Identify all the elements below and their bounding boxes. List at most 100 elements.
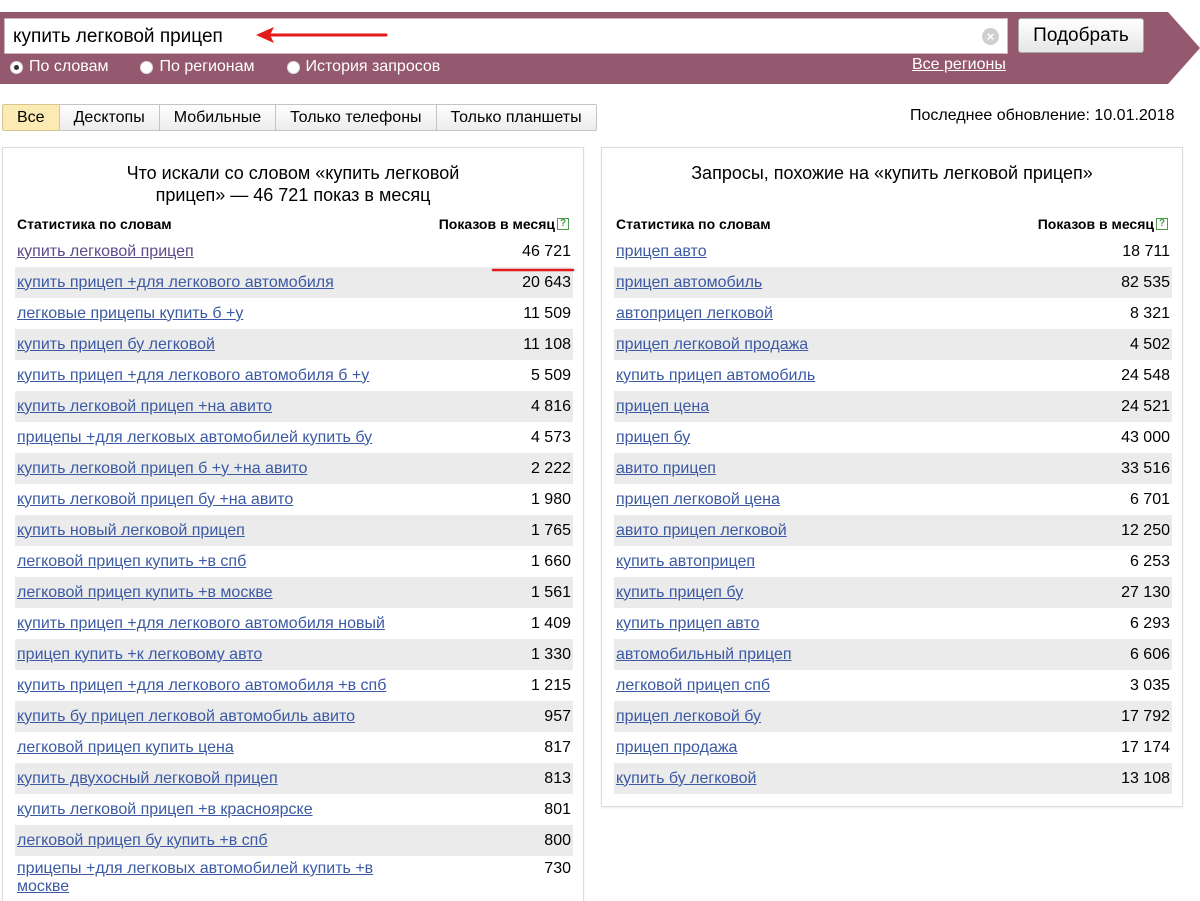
phrase-link[interactable]: прицеп продажа <box>616 739 737 757</box>
phrase-link[interactable]: автоприцеп легковой <box>616 305 773 323</box>
mode-radio-history[interactable]: История запросов <box>286 58 441 76</box>
table-row: прицепы +для легковых автомобилей купить… <box>15 856 573 900</box>
phrase-link[interactable]: прицеп купить +к легковому авто <box>17 646 262 664</box>
phrase-link[interactable]: прицеп авто <box>616 243 707 261</box>
impressions-count: 1 330 <box>530 645 571 663</box>
impressions-count: 817 <box>544 738 571 756</box>
phrase-link[interactable]: легковой прицеп купить цена <box>17 739 234 757</box>
table-row: легковой прицеп купить +в спб 1 660 <box>15 546 573 577</box>
phrase-link[interactable]: прицеп легковой цена <box>616 491 780 509</box>
phrase-link[interactable]: купить прицеп бу <box>616 584 743 602</box>
impressions-count: 4 573 <box>530 428 571 446</box>
radio-selected-icon[interactable] <box>10 60 23 74</box>
phrase-link[interactable]: прицепы +для легковых автомобилей купить… <box>17 860 397 896</box>
radio-icon[interactable] <box>140 60 154 74</box>
table-row: купить прицеп +для легкового автомобиля 2… <box>15 267 573 298</box>
tab-tablets-only[interactable]: Только планшеты <box>436 104 597 131</box>
phrase-link[interactable]: прицеп бу <box>616 429 690 447</box>
search-field[interactable]: × <box>4 18 1008 54</box>
table-row: купить легковой прицеп +на авито 4 816 <box>15 391 573 422</box>
impressions-count: 20 643 <box>522 273 571 291</box>
phrase-link[interactable]: купить прицеп +для легкового автомобиля <box>17 274 334 292</box>
impressions-count: 801 <box>544 800 571 818</box>
help-icon[interactable]: ? <box>557 218 569 230</box>
phrase-link[interactable]: легковой прицеп купить +в спб <box>17 553 246 571</box>
column-header-count: Показов в месяц ? <box>439 216 569 232</box>
left-rows-list: купить легковой прицеп 46 721 купить прице… <box>15 236 573 900</box>
mode-radio-regions[interactable]: По регионам <box>140 58 255 76</box>
table-row: прицеп легковой продажа 4 502 <box>614 329 1172 360</box>
phrase-link[interactable]: купить прицеп +для легкового автомобиля … <box>17 677 386 695</box>
impressions-count: 1 561 <box>530 583 571 601</box>
phrase-link[interactable]: купить бу легковой <box>616 770 756 788</box>
phrase-link[interactable]: купить легковой прицеп +в красноярске <box>17 801 313 819</box>
table-row: легковой прицеп спб 3 035 <box>614 670 1172 701</box>
table-row: купить прицеп +для легкового автомобиля … <box>15 670 573 701</box>
phrase-link[interactable]: купить легковой прицеп б +у +на авито <box>17 460 307 478</box>
table-row: купить автоприцеп 6 253 <box>614 546 1172 577</box>
phrase-link[interactable]: прицеп автомобиль <box>616 274 762 292</box>
tab-phones-only[interactable]: Только телефоны <box>276 104 437 131</box>
table-row: купить легковой прицеп 46 721 <box>15 236 573 267</box>
phrase-link[interactable]: легковой прицеп спб <box>616 677 770 695</box>
phrase-link[interactable]: купить легковой прицеп <box>17 243 194 261</box>
phrase-link[interactable]: купить прицеп автомобиль <box>616 367 815 385</box>
impressions-count: 8 321 <box>1129 304 1170 322</box>
phrase-link[interactable]: купить новый легковой прицеп <box>17 522 245 540</box>
phrase-link[interactable]: купить бу прицеп легковой автомобиль ави… <box>17 708 355 726</box>
impressions-count: 1 215 <box>530 676 571 694</box>
help-icon[interactable]: ? <box>1156 218 1168 230</box>
table-row: купить двухосный легковой прицеп 813 <box>15 763 573 794</box>
phrase-link[interactable]: прицеп легковой бу <box>616 708 761 726</box>
phrase-link[interactable]: купить прицеп авто <box>616 615 759 633</box>
panel-title: Запросы, похожие на «купить легковой при… <box>691 163 1093 183</box>
phrase-link[interactable]: купить прицеп +для легкового автомобиля … <box>17 367 369 385</box>
phrase-link[interactable]: купить автоприцеп <box>616 553 755 571</box>
table-row: прицеп продажа 17 174 <box>614 732 1172 763</box>
mode-radio-words[interactable]: По словам <box>10 58 108 76</box>
impressions-count: 12 250 <box>1121 521 1170 539</box>
phrase-link[interactable]: автомобильный прицеп <box>616 646 792 664</box>
mode-label: По регионам <box>159 58 255 75</box>
phrase-link[interactable]: купить прицеп +для легкового автомобиля … <box>17 615 385 633</box>
impressions-count: 17 792 <box>1121 707 1170 725</box>
impressions-count: 4 816 <box>530 397 571 415</box>
phrase-link[interactable]: купить прицеп бу легковой <box>17 336 215 354</box>
impressions-count: 24 521 <box>1121 397 1170 415</box>
tab-all[interactable]: Все <box>2 104 60 131</box>
panel-title: Что искали со словом «купить легковой пр… <box>126 163 460 205</box>
impressions-count: 5 509 <box>530 366 571 384</box>
phrase-link[interactable]: легковой прицеп купить +в москве <box>17 584 273 602</box>
search-input[interactable] <box>13 25 953 49</box>
phrase-link[interactable]: купить легковой прицеп бу +на авито <box>17 491 293 509</box>
tab-desktops[interactable]: Десктопы <box>59 104 160 131</box>
phrase-link[interactable]: легковой прицеп бу купить +в спб <box>17 832 268 850</box>
phrase-link[interactable]: прицеп цена <box>616 398 709 416</box>
table-row: купить бу легковой 13 108 <box>614 763 1172 794</box>
impressions-count: 800 <box>544 831 571 849</box>
impressions-count: 4 502 <box>1129 335 1170 353</box>
phrase-link[interactable]: авито прицеп <box>616 460 716 478</box>
impressions-count: 6 293 <box>1129 614 1170 632</box>
all-regions-link[interactable]: Все регионы <box>912 56 1006 74</box>
mode-label: История запросов <box>305 58 441 75</box>
phrase-link[interactable]: прицеп легковой продажа <box>616 336 808 354</box>
table-row: авито прицеп легковой 12 250 <box>614 515 1172 546</box>
phrase-link[interactable]: легковые прицепы купить б +у <box>17 305 243 323</box>
radio-icon[interactable] <box>286 60 300 74</box>
phrase-link[interactable]: авито прицеп легковой <box>616 522 787 540</box>
phrase-link[interactable]: купить двухосный легковой прицеп <box>17 770 278 788</box>
table-row: прицеп купить +к легковому авто 1 330 <box>15 639 573 670</box>
mode-label: По словам <box>29 58 109 75</box>
column-header-phrase: Статистика по словам <box>17 216 172 232</box>
submit-button[interactable]: Подобрать <box>1018 18 1144 53</box>
tab-mobile[interactable]: Мобильные <box>159 104 277 131</box>
clear-icon[interactable]: × <box>982 28 999 45</box>
impressions-count: 6 606 <box>1129 645 1170 663</box>
phrase-link[interactable]: купить легковой прицеп +на авито <box>17 398 272 416</box>
impressions-count: 33 516 <box>1121 459 1170 477</box>
impressions-count: 2 222 <box>530 459 571 477</box>
phrase-link[interactable]: прицепы +для легковых автомобилей купить… <box>17 429 372 447</box>
impressions-count: 730 <box>544 860 571 877</box>
impressions-count: 1 980 <box>530 490 571 508</box>
